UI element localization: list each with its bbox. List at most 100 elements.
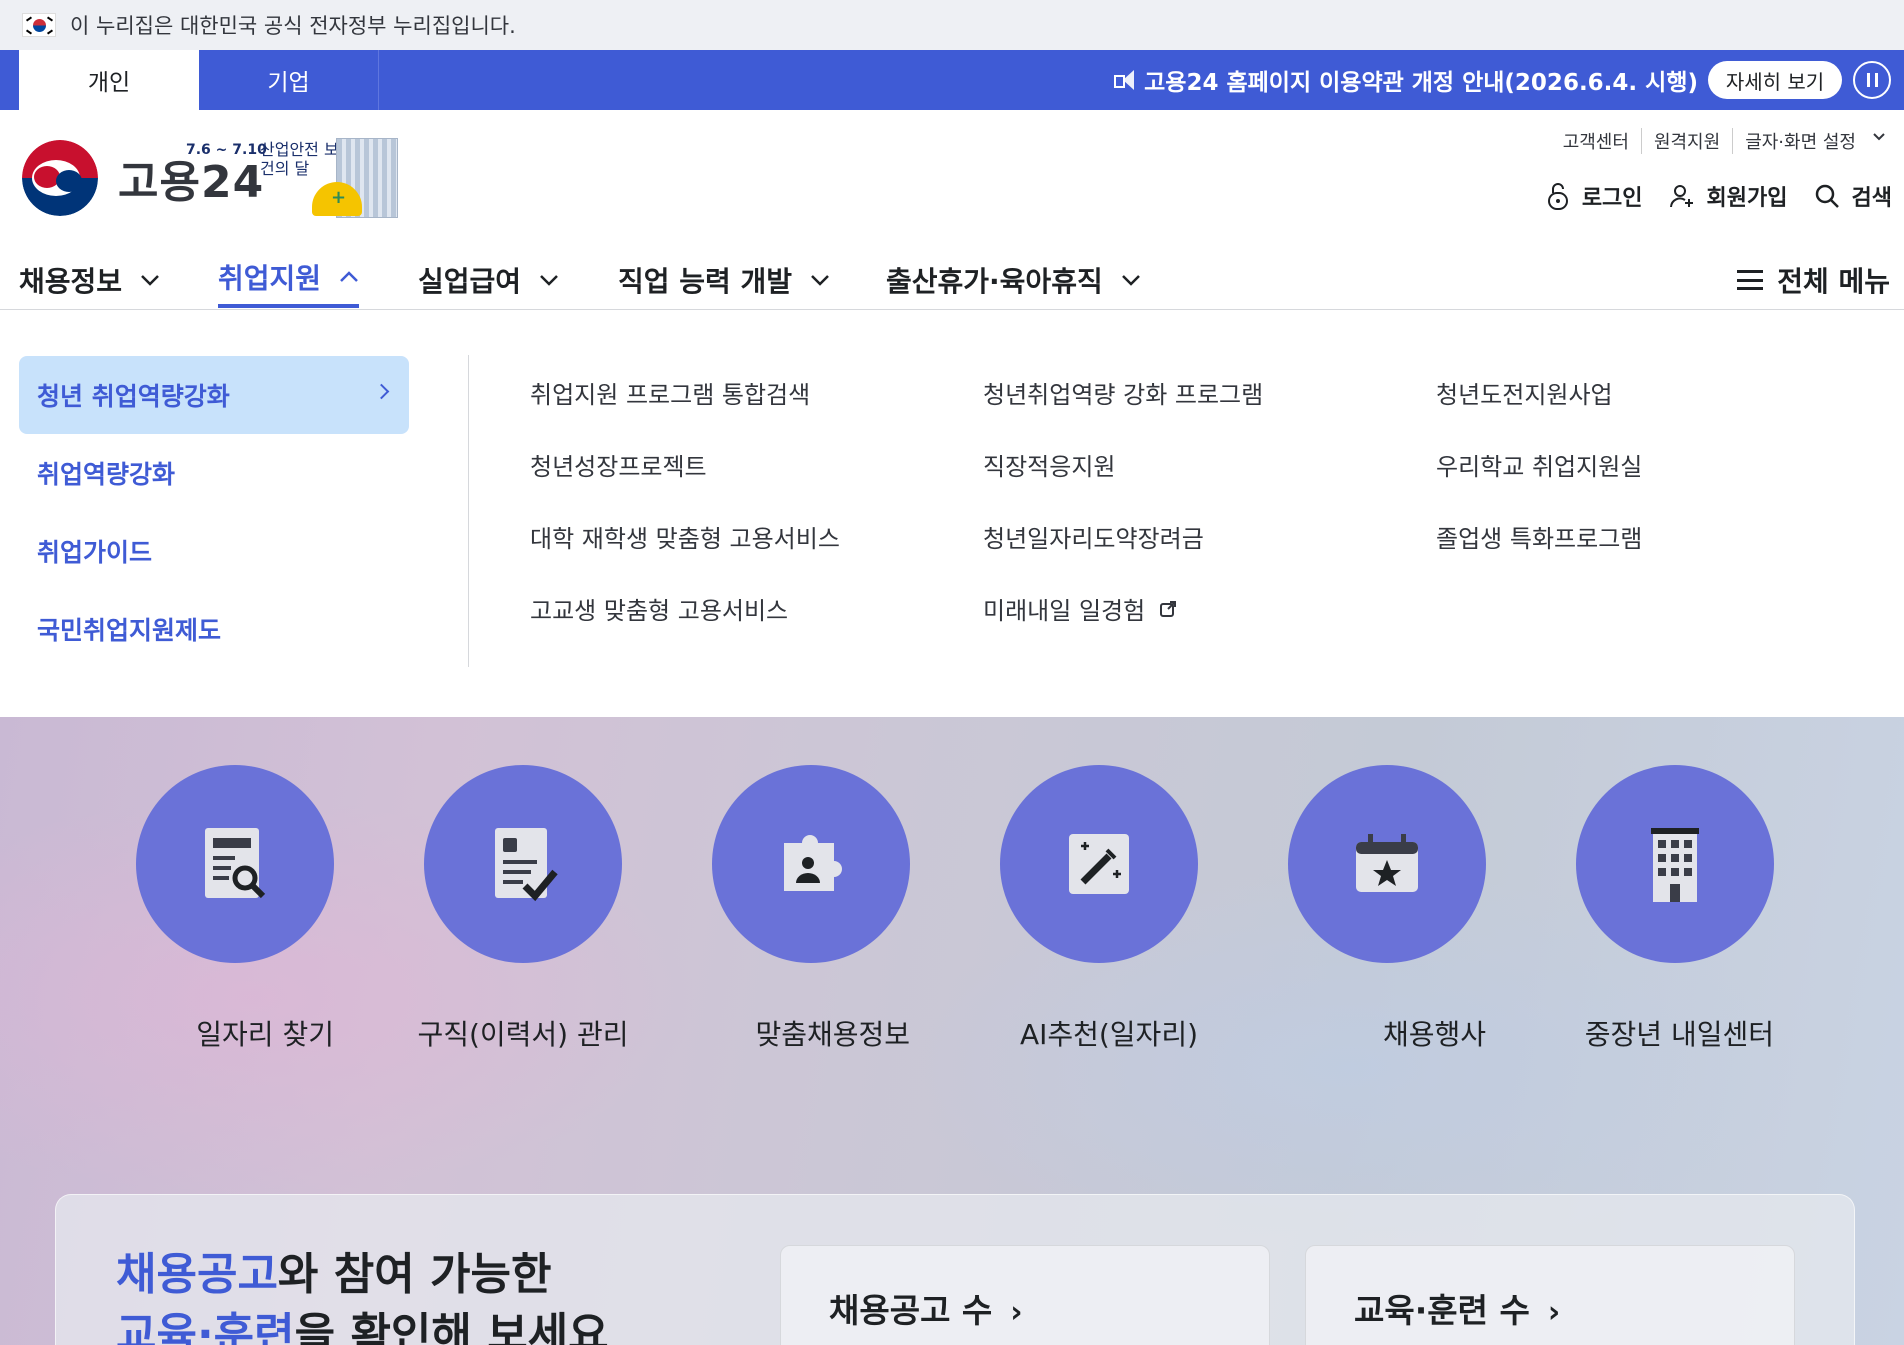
quick-menu-circle: [1000, 765, 1198, 963]
side-item-capacity[interactable]: 취업역량강화: [19, 434, 409, 512]
side-item-guide[interactable]: 취업가이드: [19, 512, 409, 590]
building-icon: [1651, 828, 1699, 902]
tab-corporate[interactable]: 기업: [199, 50, 379, 110]
all-menu-button[interactable]: 전체 메뉴: [1737, 250, 1890, 310]
gnb-item-unemployment-benefit[interactable]: 실업급여: [418, 250, 559, 310]
side-item-label: 취업역량강화: [37, 460, 176, 489]
panel-title-text: 와 참여 가능한: [277, 1249, 552, 1300]
menu-link[interactable]: 고교생 맞춤형 고용서비스: [530, 591, 788, 626]
chevron-down-icon: [811, 275, 829, 286]
tab-personal[interactable]: 개인: [19, 50, 199, 110]
menu-link[interactable]: 취업지원 프로그램 통합검색: [530, 375, 810, 410]
government-emblem-icon: [22, 140, 98, 216]
quick-menu-label: AI추천(일자리): [1019, 1018, 1198, 1051]
quick-menu-circle: [136, 765, 334, 963]
side-item-national-support[interactable]: 국민취업지원제도: [19, 590, 409, 668]
calendar-star-icon: [1356, 834, 1418, 892]
side-item-label: 국민취업지원제도: [37, 616, 222, 645]
external-link-icon: [1160, 600, 1177, 617]
document-search-icon: [205, 828, 266, 899]
util-customer-center[interactable]: 고객센터: [1551, 128, 1641, 154]
megaphone-icon: [1114, 70, 1136, 90]
menu-link[interactable]: 대학 재학생 맞춤형 고용서비스: [530, 519, 840, 554]
header-actions: 로그인 회원가입 검색: [1520, 180, 1892, 212]
gnb-item-job-skills[interactable]: 직업 능력 개발: [618, 250, 830, 310]
campaign-title: 산업안전 보건의 달: [260, 140, 339, 178]
gnb-item-parental-leave[interactable]: 출산휴가·육아휴직: [886, 250, 1141, 310]
gnb-label: 채용정보: [19, 265, 123, 298]
campaign-date: 7.6 ~ 7.10: [186, 142, 267, 158]
quick-menu-midlife-center[interactable]: 중장년 내일센터: [1576, 765, 1774, 1053]
all-menu-label: 전체 메뉴: [1777, 265, 1890, 298]
puzzle-person-icon: [784, 835, 842, 891]
gnb-label: 출산휴가·육아휴직: [886, 265, 1103, 298]
quick-menu-label: 맞춤채용정보: [755, 1018, 910, 1051]
hamburger-icon: [1737, 270, 1764, 290]
gnb-label: 직업 능력 개발: [618, 265, 793, 298]
panel-title: 채용공고와 참여 가능한 교육·훈련을 확인해 보세요: [116, 1245, 609, 1345]
quick-menu-label: 채용행사: [1382, 1018, 1486, 1051]
pause-icon[interactable]: [1853, 61, 1891, 99]
search-icon: [1815, 184, 1839, 208]
menu-link[interactable]: 우리학교 취업지원실: [1436, 447, 1642, 482]
notice[interactable]: 고용24 홈페이지 이용약관 개정 안내(2026.6.4. 시행): [1114, 50, 1698, 110]
chevron-down-icon[interactable]: [1868, 128, 1886, 154]
side-item-label: 취업가이드: [37, 538, 153, 567]
menu-link-external[interactable]: 미래내일 일경험: [983, 591, 1177, 626]
campaign-banner[interactable]: 7.6 ~ 7.10 산업안전 보건의 달: [186, 136, 406, 226]
menu-link-label: 미래내일 일경험: [983, 597, 1146, 625]
gnb-item-employment-support[interactable]: 취업지원: [218, 250, 360, 308]
quick-menu-job-events[interactable]: 채용행사: [1288, 765, 1486, 1053]
mega-menu: 청년 취업역량강화 취업역량강화 취업가이드 국민취업지원제도 취업지원 프로그…: [0, 311, 1904, 717]
notice-text: 고용24 홈페이지 이용약관 개정 안내(2026.6.4. 시행): [1144, 70, 1698, 96]
gnb-label: 취업지원: [218, 262, 322, 295]
gnb-label: 실업급여: [418, 265, 522, 298]
side-item-label: 청년 취업역량강화: [37, 382, 230, 411]
login-button[interactable]: 로그인: [1546, 180, 1643, 212]
resume-check-icon: [495, 828, 558, 902]
training-count-label: 교육·훈련 수: [1354, 1284, 1560, 1332]
menu-link[interactable]: 청년성장프로젝트: [530, 447, 707, 482]
quick-menu-circle: [712, 765, 910, 963]
gov-banner: 이 누리집은 대한민국 공식 전자정부 누리집입니다.: [0, 0, 1904, 50]
menu-link[interactable]: 직장적응지원: [983, 447, 1115, 482]
quick-menu-resume[interactable]: 구직(이력서) 관리: [417, 765, 629, 1053]
search-label: 검색: [1851, 186, 1892, 211]
korea-flag-icon: [22, 13, 56, 37]
magic-wand-icon: [1069, 834, 1129, 894]
side-item-youth-capacity[interactable]: 청년 취업역량강화: [19, 356, 409, 434]
signup-button[interactable]: 회원가입: [1669, 180, 1788, 212]
detail-button[interactable]: 자세히 보기: [1708, 61, 1842, 99]
lock-icon: [1547, 183, 1568, 210]
hero-section: 일자리 찾기 구직(이력서) 관리 맞춤채용정보 AI추천(일자리) 채용행사 …: [0, 717, 1904, 1345]
chevron-up-icon: [340, 271, 358, 282]
user-plus-icon: [1669, 185, 1693, 208]
quick-menu-job-search[interactable]: 일자리 찾기: [136, 765, 334, 1053]
gnb-item-jobs[interactable]: 채용정보: [19, 250, 160, 310]
quick-menu-circle: [1288, 765, 1486, 963]
panel-title-highlight: 채용공고: [116, 1249, 278, 1300]
menu-link[interactable]: 청년취업역량 강화 프로그램: [983, 375, 1263, 410]
chevron-right-icon: [373, 383, 390, 400]
menu-link[interactable]: 청년일자리도약장려금: [983, 519, 1204, 554]
job-postings-label: 채용공고 수: [829, 1284, 1023, 1332]
menu-link[interactable]: 졸업생 특화프로그램: [1436, 519, 1642, 554]
main-navigation: 채용정보 취업지원 실업급여 직업 능력 개발 출산휴가·육아휴직 전체 메뉴: [0, 250, 1904, 310]
menu-link[interactable]: 청년도전지원사업: [1436, 375, 1613, 410]
top-bar: 개인 기업 고용24 홈페이지 이용약관 개정 안내(2026.6.4. 시행)…: [0, 50, 1904, 110]
stats-panel: 채용공고와 참여 가능한 교육·훈련을 확인해 보세요 채용공고 수 교육·훈련…: [55, 1194, 1855, 1345]
panel-title-text: 을 확인해 보세요: [294, 1309, 609, 1345]
quick-menu-ai-recommend[interactable]: AI추천(일자리): [1000, 765, 1198, 1053]
panel-title-highlight: 교육·훈련: [116, 1309, 295, 1345]
divider: [468, 355, 469, 667]
training-count-card[interactable]: 교육·훈련 수: [1305, 1245, 1795, 1345]
job-postings-card[interactable]: 채용공고 수: [780, 1245, 1270, 1345]
util-display-settings[interactable]: 글자·화면 설정: [1732, 128, 1868, 154]
chevron-down-icon: [141, 275, 159, 286]
util-remote-support[interactable]: 원격지원: [1640, 128, 1732, 154]
quick-menu-circle: [1576, 765, 1774, 963]
gov-banner-text: 이 누리집은 대한민국 공식 전자정부 누리집입니다.: [70, 14, 516, 38]
search-button[interactable]: 검색: [1814, 180, 1892, 212]
quick-menu-custom-jobs[interactable]: 맞춤채용정보: [712, 765, 910, 1053]
quick-menu-circle: [424, 765, 622, 963]
